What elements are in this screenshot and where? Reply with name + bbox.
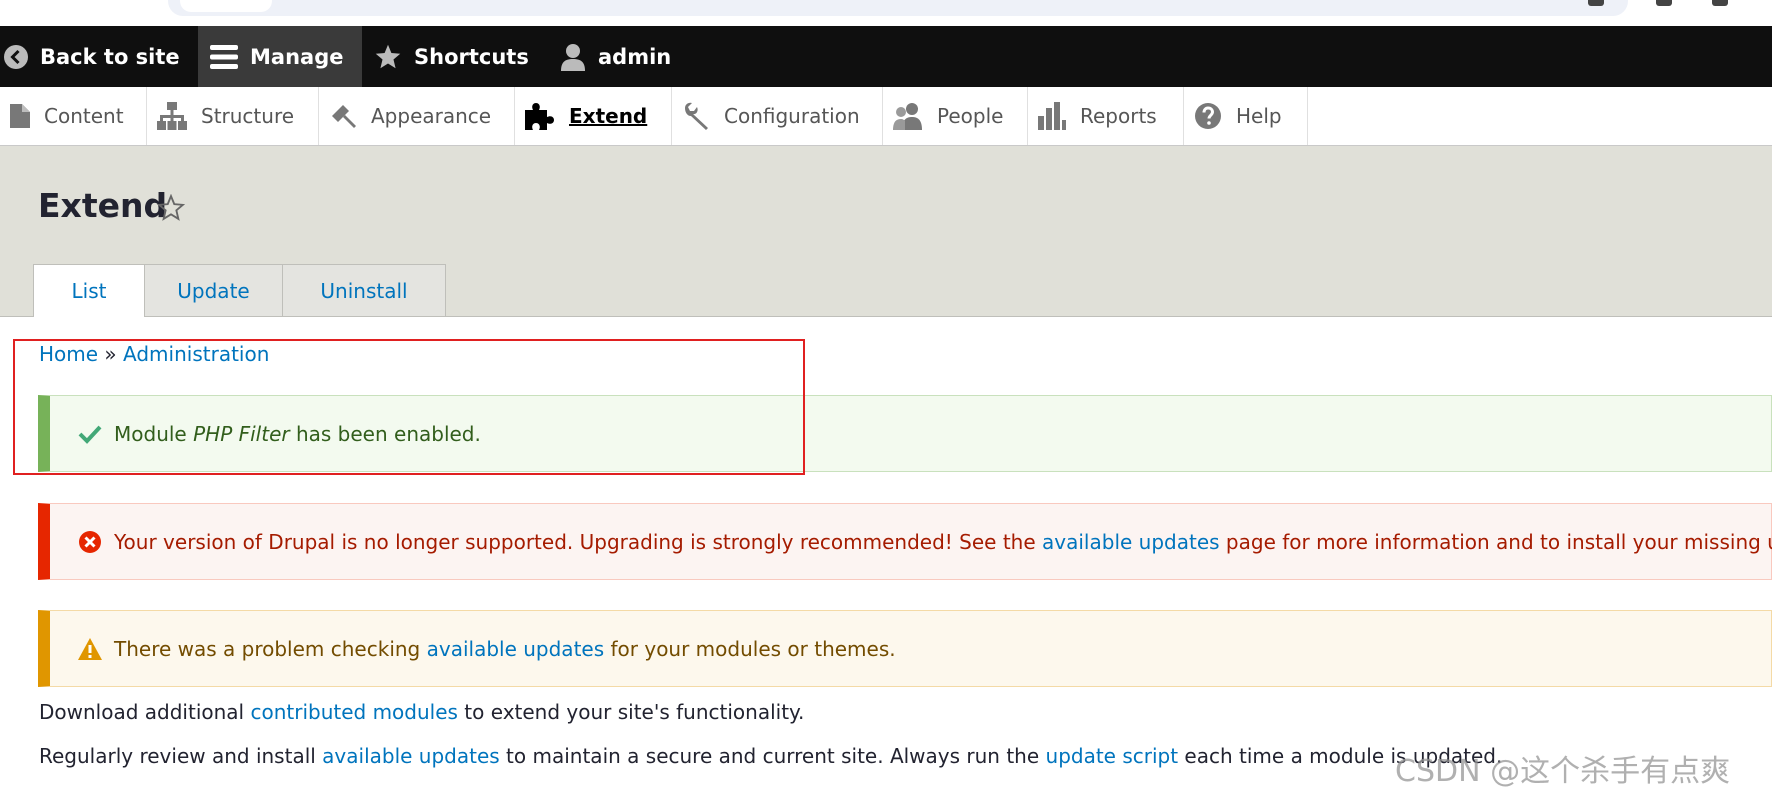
tray-item-label: People [937,104,1004,128]
tray-item-label: Help [1236,104,1282,128]
tray-item-structure[interactable]: Structure [147,87,319,145]
tray-item-content[interactable]: Content [0,87,147,145]
chevron-left-circle-icon [4,44,28,69]
tray-item-label: Content [44,104,124,128]
window-icon[interactable] [1712,0,1728,6]
review-updates-text: Regularly review and install available u… [39,744,1503,768]
manage-label: Manage [250,44,344,69]
tray-item-appearance[interactable]: Appearance [319,87,515,145]
bar-chart-icon [1038,102,1066,130]
extension-icon[interactable] [1656,0,1672,6]
back-to-site-label: Back to site [40,44,180,69]
user-menu-button[interactable]: admin [560,26,671,87]
manage-menu-button[interactable]: Manage [198,26,362,87]
contributed-modules-link[interactable]: contributed modules [250,700,457,724]
back-to-site-link[interactable]: Back to site [4,26,180,87]
page-title: Extend [38,186,168,225]
paintbrush-icon [329,102,357,130]
tray-item-label: Reports [1080,104,1157,128]
available-updates-link[interactable]: available updates [322,744,500,768]
warning-message: There was a problem checking available u… [38,610,1772,687]
user-icon [560,43,586,71]
annotation-highlight-box [13,339,805,475]
site-info-chip[interactable] [180,0,272,12]
warning-triangle-icon [78,637,102,660]
tray-item-label: Extend [569,104,648,128]
page-header: Extend List Update Uninstall [0,146,1772,317]
people-icon [893,102,923,130]
tray-item-configuration[interactable]: Configuration [672,87,883,145]
question-icon [1194,102,1222,130]
shortcuts-menu-button[interactable]: Shortcuts [374,26,529,87]
user-label: admin [598,44,672,69]
tab-uninstall[interactable]: Uninstall [282,264,446,316]
wrench-icon [682,102,710,130]
add-shortcut-star-icon[interactable] [156,193,186,226]
tray-item-people[interactable]: People [883,87,1028,145]
tray-item-help[interactable]: Help [1184,87,1308,145]
address-bar[interactable] [168,0,1628,16]
sitemap-icon [157,102,187,130]
available-updates-link[interactable]: available updates [1042,530,1220,554]
tray-item-label: Configuration [724,104,860,128]
tab-list[interactable]: List [33,264,145,317]
hamburger-icon [210,44,238,70]
file-icon [10,104,30,128]
tray-item-extend[interactable]: Extend [515,87,672,145]
tray-item-label: Structure [201,104,295,128]
available-updates-link[interactable]: available updates [427,637,605,661]
tray-item-label: Appearance [371,104,492,128]
download-modules-text: Download additional contributed modules … [39,700,805,724]
update-script-link[interactable]: update script [1046,744,1179,768]
tab-update[interactable]: Update [144,264,283,316]
browser-chrome [0,0,1772,27]
puzzle-icon [525,102,555,130]
error-message-text: Your version of Drupal is no longer supp… [114,529,1772,554]
warning-message-text: There was a problem checking available u… [114,636,896,661]
star-icon [374,43,402,71]
toolbar-bar: Back to site Manage Shortcuts admin [0,26,1772,87]
watermark: CSDN @这个杀手有点爽 [1395,754,1731,789]
bookmark-star-icon[interactable] [1588,0,1604,6]
shortcuts-label: Shortcuts [414,44,529,69]
toolbar-tray: Content Structure Appearance Extend Conf… [0,87,1772,146]
error-message: Your version of Drupal is no longer supp… [38,503,1772,580]
error-x-icon [78,530,102,554]
tray-item-reports[interactable]: Reports [1028,87,1184,145]
